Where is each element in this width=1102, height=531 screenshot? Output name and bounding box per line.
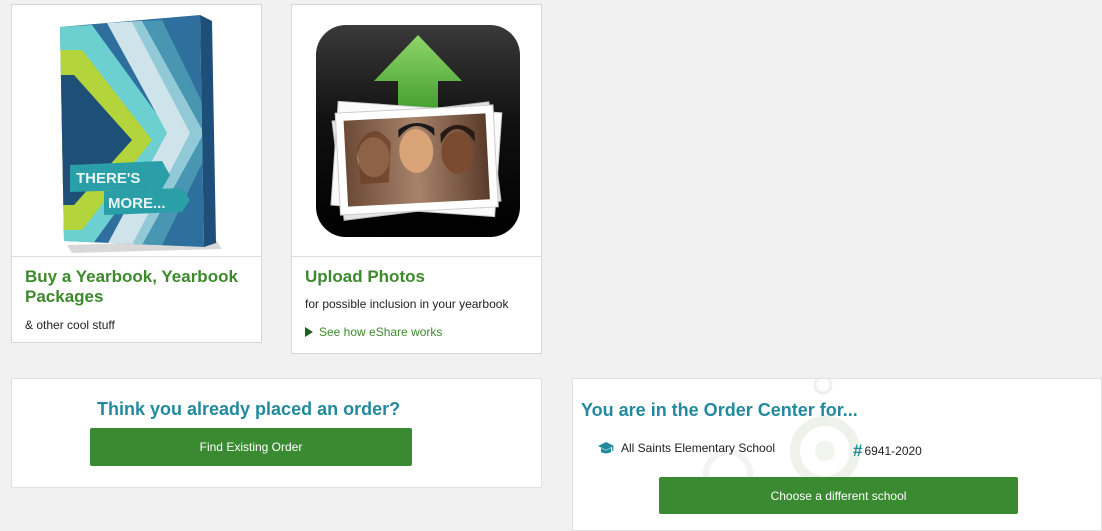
selected-school: All Saints Elementary School <box>597 441 775 455</box>
school-number-value: 6941-2020 <box>864 444 922 458</box>
yearbook-title[interactable]: Buy a Yearbook, Yearbook Packages <box>25 267 238 307</box>
graduation-cap-icon <box>598 442 614 454</box>
find-existing-order-button[interactable]: Find Existing Order <box>90 428 412 466</box>
cover-text-2: MORE... <box>108 195 166 212</box>
yearbook-subtitle: & other cool stuff <box>25 318 115 332</box>
upload-photos-title[interactable]: Upload Photos <box>305 267 425 287</box>
order-center-heading: You are in the Order Center for... <box>581 400 858 420</box>
play-icon <box>305 327 313 337</box>
choose-different-school-button[interactable]: Choose a different school <box>659 477 1018 514</box>
yearbook-title-line1: Buy a Yearbook, Yearbook <box>25 267 238 286</box>
cover-text-1: THERE'S <box>76 170 140 187</box>
see-how-eshare-works-label: See how eShare works <box>319 325 443 339</box>
yearbook-card[interactable]: THERE'S MORE... Buy a Yearbook, Yearbook… <box>11 4 262 343</box>
upload-photos-card[interactable]: Upload Photos for possible inclusion in … <box>291 4 542 354</box>
hash-symbol: # <box>853 441 863 460</box>
yearbook-title-line2: Packages <box>25 287 104 306</box>
order-center-panel: You are in the Order Center for... All S… <box>572 378 1102 531</box>
existing-order-heading: Think you already placed an order? <box>97 399 401 419</box>
upload-photos-image[interactable] <box>292 5 541 257</box>
upload-photos-subtitle: for possible inclusion in your yearbook <box>305 297 509 311</box>
school-number: # 6941-2020 <box>853 441 922 461</box>
see-how-eshare-works-link[interactable]: See how eShare works <box>305 325 442 339</box>
yearbook-cover-image[interactable]: THERE'S MORE... <box>12 5 261 257</box>
school-name: All Saints Elementary School <box>621 441 776 455</box>
existing-order-panel: Think you already placed an order? Find … <box>11 378 542 488</box>
